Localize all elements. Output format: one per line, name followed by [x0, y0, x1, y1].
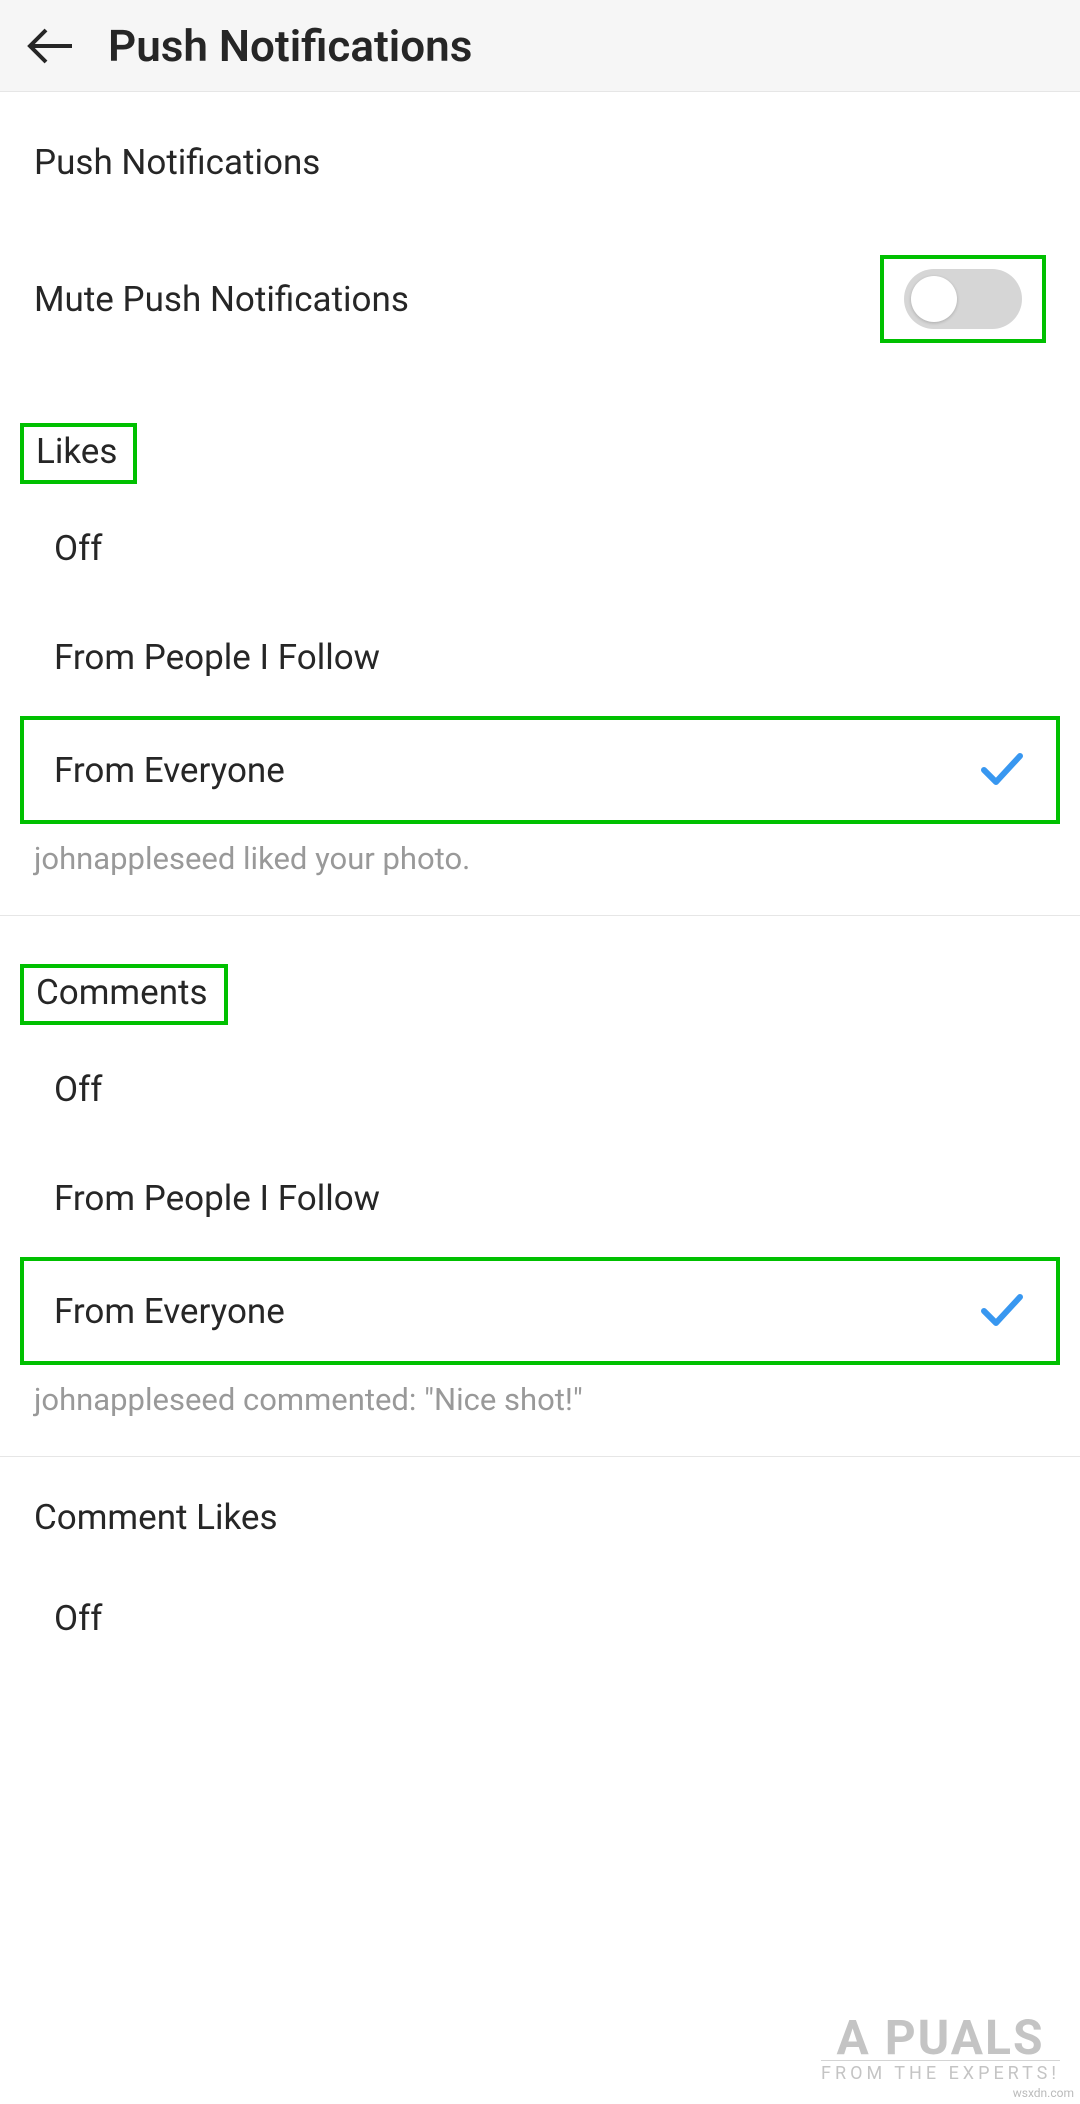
option-label: Off [54, 1598, 102, 1639]
comment-likes-option-off[interactable]: Off [20, 1568, 1060, 1669]
option-label: From People I Follow [54, 1178, 380, 1219]
likes-section-title: Likes [20, 423, 137, 484]
option-label: From Everyone [54, 750, 285, 791]
option-label: From Everyone [54, 1291, 285, 1332]
toggle-knob [911, 276, 957, 322]
back-arrow-icon [26, 26, 74, 66]
comments-example-text: johnappleseed commented: "Nice shot!" [0, 1373, 1080, 1456]
push-section-title: Push Notifications [0, 92, 1080, 223]
mute-toggle-highlight [880, 255, 1046, 343]
comments-section: Comments Off From People I Follow From E… [0, 916, 1080, 1456]
likes-option-off[interactable]: Off [20, 498, 1060, 599]
comment-likes-section: Comment Likes Off [0, 1457, 1080, 1669]
watermark-brand: A PUALS [821, 2009, 1060, 2066]
likes-option-everyone[interactable]: From Everyone [20, 716, 1060, 824]
option-label: Off [54, 528, 102, 569]
comment-likes-section-title: Comment Likes [0, 1457, 1080, 1568]
page-title: Push Notifications [108, 20, 472, 72]
checkmark-icon [978, 1285, 1026, 1337]
back-button[interactable] [20, 16, 80, 76]
likes-option-following[interactable]: From People I Follow [20, 607, 1060, 708]
mute-push-label: Mute Push Notifications [34, 279, 409, 320]
comments-option-everyone[interactable]: From Everyone [20, 1257, 1060, 1365]
comments-option-following[interactable]: From People I Follow [20, 1148, 1060, 1249]
checkmark-icon [978, 744, 1026, 796]
comments-option-off[interactable]: Off [20, 1039, 1060, 1140]
mute-push-toggle[interactable] [904, 269, 1022, 329]
mute-push-row: Mute Push Notifications [0, 223, 1080, 375]
watermark-logo: A PUALS FROM THE EXPERTS! [821, 2009, 1060, 2084]
app-header: Push Notifications [0, 0, 1080, 92]
option-label: Off [54, 1069, 102, 1110]
attribution-text: wsxdn.com [1013, 2086, 1074, 2100]
watermark-tagline: FROM THE EXPERTS! [821, 2060, 1060, 2084]
likes-example-text: johnappleseed liked your photo. [0, 832, 1080, 915]
option-label: From People I Follow [54, 637, 380, 678]
likes-section: Likes Off From People I Follow From Ever… [0, 375, 1080, 915]
comments-section-title: Comments [20, 964, 228, 1025]
push-section: Push Notifications Mute Push Notificatio… [0, 92, 1080, 375]
